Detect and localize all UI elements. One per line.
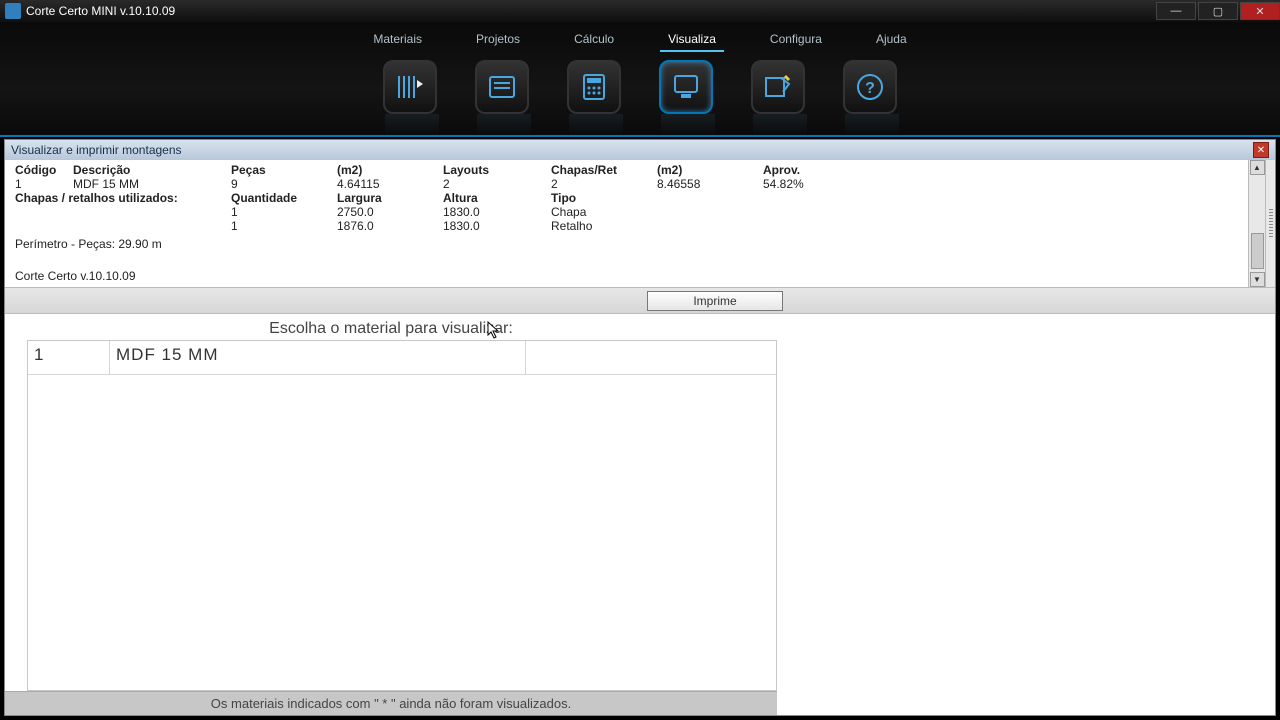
configura-icon[interactable] xyxy=(751,60,805,114)
hdr-chapas-ret: Chapas/Ret xyxy=(551,163,657,177)
hdr-tipo: Tipo xyxy=(551,191,657,205)
val-pecas: 9 xyxy=(231,177,337,191)
summary-scrollbar[interactable]: ▲ ▼ xyxy=(1248,160,1265,287)
app-icon xyxy=(5,3,21,19)
main-toolbar: Materiais Projetos Cálculo Visualiza Con… xyxy=(0,22,1280,137)
val-aprov: 54.82% xyxy=(763,177,853,191)
val-tipo-0: Chapa xyxy=(551,205,657,219)
print-toolbar: Imprime xyxy=(5,288,1275,314)
val-layouts: 2 xyxy=(443,177,551,191)
hdr-chapas-utilizados: Chapas / retalhos utilizados: xyxy=(15,191,231,205)
material-footer-note: Os materiais indicados com " * " ainda n… xyxy=(5,691,777,715)
menu-calculo[interactable]: Cálculo xyxy=(566,28,622,52)
hdr-altura: Altura xyxy=(443,191,551,205)
subwindow-title: Visualizar e imprimir montagens xyxy=(11,143,182,157)
val-m2b: 8.46558 xyxy=(657,177,763,191)
ajuda-icon[interactable]: ? xyxy=(843,60,897,114)
calculo-icon[interactable] xyxy=(567,60,621,114)
hdr-quantidade: Quantidade xyxy=(231,191,337,205)
minimize-button[interactable]: — xyxy=(1156,2,1196,20)
projetos-icon[interactable] xyxy=(475,60,529,114)
val-tipo-1: Retalho xyxy=(551,219,657,233)
hdr-layouts: Layouts xyxy=(443,163,551,177)
menu-projetos[interactable]: Projetos xyxy=(468,28,528,52)
material-id: 1 xyxy=(28,341,110,374)
svg-text:?: ? xyxy=(865,80,875,97)
menu-ajuda[interactable]: Ajuda xyxy=(868,28,915,52)
menu-configura[interactable]: Configura xyxy=(762,28,830,52)
val-qtd-1: 1 xyxy=(231,219,337,233)
hdr-pecas: Peças xyxy=(231,163,337,177)
scroll-down-button[interactable]: ▼ xyxy=(1250,272,1265,287)
app-version-label: Corte Certo v.10.10.09 xyxy=(15,269,1238,283)
val-codigo: 1 xyxy=(15,177,73,191)
panel-resize-grip[interactable] xyxy=(1265,160,1275,287)
scroll-up-button[interactable]: ▲ xyxy=(1250,160,1265,175)
hdr-m2: (m2) xyxy=(337,163,443,177)
hdr-largura: Largura xyxy=(337,191,443,205)
visualize-subwindow: Visualizar e imprimir montagens ✕ Código… xyxy=(4,139,1276,716)
subwindow-close-button[interactable]: ✕ xyxy=(1253,142,1269,158)
materiais-icon[interactable] xyxy=(383,60,437,114)
val-descricao: MDF 15 MM xyxy=(73,177,231,191)
material-area: Escolha o material para visualizar: 1 MD… xyxy=(5,314,1275,715)
hdr-codigo: Código xyxy=(15,163,73,177)
perimetro-label: Perímetro - Peças: 29.90 m xyxy=(15,237,1238,251)
print-button[interactable]: Imprime xyxy=(647,291,783,311)
material-name: MDF 15 MM xyxy=(110,341,526,374)
close-button[interactable]: ✕ xyxy=(1240,2,1280,20)
summary-panel: Código Descrição Peças (m2) Layouts Chap… xyxy=(5,160,1275,288)
val-qtd-0: 1 xyxy=(231,205,337,219)
window-title: Corte Certo MINI v.10.10.09 xyxy=(26,4,1154,18)
maximize-button[interactable]: ▢ xyxy=(1198,2,1238,20)
material-picker-title: Escolha o material para visualizar: xyxy=(5,314,777,340)
val-larg-1: 1876.0 xyxy=(337,219,443,233)
val-larg-0: 2750.0 xyxy=(337,205,443,219)
hdr-aprov: Aprov. xyxy=(763,163,853,177)
scroll-thumb[interactable] xyxy=(1251,233,1264,269)
subwindow-titlebar: Visualizar e imprimir montagens ✕ xyxy=(5,140,1275,160)
menu-materiais[interactable]: Materiais xyxy=(365,28,430,52)
hdr-descricao: Descrição xyxy=(73,163,231,177)
material-row[interactable]: 1 MDF 15 MM xyxy=(28,341,776,375)
val-chapas-ret: 2 xyxy=(551,177,657,191)
val-alt-1: 1830.0 xyxy=(443,219,551,233)
val-m2: 4.64115 xyxy=(337,177,443,191)
hdr-m2b: (m2) xyxy=(657,163,763,177)
menu-visualiza[interactable]: Visualiza xyxy=(660,28,724,52)
window-titlebar: Corte Certo MINI v.10.10.09 — ▢ ✕ xyxy=(0,0,1280,22)
material-table: 1 MDF 15 MM xyxy=(27,340,777,691)
visualiza-icon[interactable] xyxy=(659,60,713,114)
val-alt-0: 1830.0 xyxy=(443,205,551,219)
